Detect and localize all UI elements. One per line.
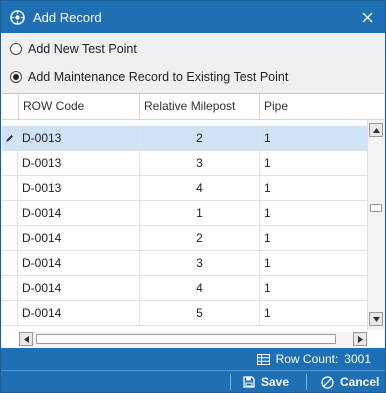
cell-pipe[interactable]: 1 bbox=[260, 276, 368, 300]
save-icon bbox=[243, 376, 255, 388]
cell-row-code[interactable]: D-0013 bbox=[18, 176, 140, 200]
cell-row-code[interactable]: D-0014 bbox=[18, 251, 140, 275]
cell-pipe[interactable]: 1 bbox=[260, 301, 368, 325]
option-add-maintenance-record[interactable]: Add Maintenance Record to Existing Test … bbox=[10, 70, 288, 84]
row-count-value: 3001 bbox=[344, 352, 371, 366]
cancel-label: Cancel bbox=[340, 375, 380, 389]
scroll-left-button[interactable] bbox=[19, 332, 33, 346]
horizontal-scroll-thumb[interactable] bbox=[36, 334, 336, 344]
divider bbox=[230, 374, 231, 390]
row-indicator bbox=[2, 301, 18, 325]
table-row[interactable]: D-0014 1 1 bbox=[2, 201, 368, 226]
row-indicator bbox=[2, 126, 18, 150]
divider bbox=[306, 374, 307, 390]
cell-relative-milepost[interactable]: 2 bbox=[140, 126, 260, 150]
scroll-down-button[interactable] bbox=[369, 312, 383, 326]
cell-relative-milepost[interactable]: 4 bbox=[140, 176, 260, 200]
table-row[interactable]: D-0013 4 1 bbox=[2, 176, 368, 201]
cell-relative-milepost[interactable]: 5 bbox=[140, 301, 260, 325]
add-record-dialog: Add Record Add New Test Point Add Mainte… bbox=[0, 0, 386, 393]
table-row[interactable]: D-0014 2 1 bbox=[2, 226, 368, 251]
arrow-left-icon bbox=[23, 335, 29, 343]
row-indicator bbox=[2, 276, 18, 300]
cell-row-code[interactable]: D-0014 bbox=[18, 301, 140, 325]
cell-row-code[interactable]: D-0014 bbox=[18, 276, 140, 300]
row-indicator bbox=[2, 201, 18, 225]
vertical-scroll-thumb[interactable] bbox=[370, 204, 382, 212]
horizontal-scrollbar[interactable] bbox=[19, 332, 368, 347]
row-indicator bbox=[2, 226, 18, 250]
scroll-up-button[interactable] bbox=[369, 123, 383, 137]
cell-relative-milepost[interactable]: 2 bbox=[140, 226, 260, 250]
option-add-new-test-point[interactable]: Add New Test Point bbox=[10, 42, 137, 56]
table-row[interactable]: D-0014 4 1 bbox=[2, 276, 368, 301]
grid-icon bbox=[256, 353, 270, 365]
cell-relative-milepost[interactable]: 3 bbox=[140, 251, 260, 275]
save-label: Save bbox=[261, 375, 290, 389]
cell-row-code[interactable]: D-0014 bbox=[18, 226, 140, 250]
cell-pipe[interactable]: 1 bbox=[260, 126, 368, 150]
cell-pipe[interactable]: 1 bbox=[260, 201, 368, 225]
arrow-up-icon bbox=[372, 127, 380, 133]
column-header-relative-milepost[interactable]: Relative Milepost bbox=[140, 94, 260, 119]
footer-bar: Save Cancel bbox=[1, 370, 385, 392]
cell-relative-milepost[interactable]: 3 bbox=[140, 151, 260, 175]
table-row[interactable]: D-0014 5 1 bbox=[2, 301, 368, 326]
vertical-scrollbar[interactable] bbox=[367, 120, 384, 330]
status-bar: Row Count: 3001 bbox=[1, 348, 385, 370]
cell-pipe[interactable]: 1 bbox=[260, 151, 368, 175]
row-count: Row Count: 3001 bbox=[256, 348, 371, 370]
cell-relative-milepost[interactable]: 1 bbox=[140, 201, 260, 225]
cancel-icon bbox=[321, 375, 334, 389]
title-bar: Add Record bbox=[1, 1, 385, 33]
row-indicator bbox=[2, 176, 18, 200]
cancel-button[interactable]: Cancel bbox=[321, 371, 379, 393]
table-row[interactable]: D-0013 3 1 bbox=[2, 151, 368, 176]
option-label: Add New Test Point bbox=[28, 42, 137, 56]
close-button[interactable] bbox=[357, 7, 377, 27]
scroll-right-button[interactable] bbox=[353, 332, 367, 346]
table-row[interactable]: D-0013 2 1 bbox=[2, 126, 368, 151]
close-icon bbox=[362, 12, 372, 22]
table-row[interactable]: D-0014 3 1 bbox=[2, 251, 368, 276]
row-count-label: Row Count: bbox=[275, 352, 339, 366]
row-indicator bbox=[2, 251, 18, 275]
column-header-row-code[interactable]: ROW Code bbox=[19, 94, 140, 119]
cell-pipe[interactable]: 1 bbox=[260, 251, 368, 275]
grid-header: ROW Code Relative Milepost Pipe bbox=[2, 94, 384, 120]
radio-button[interactable] bbox=[10, 71, 22, 83]
save-button[interactable]: Save bbox=[243, 371, 289, 393]
pencil-icon bbox=[6, 134, 13, 142]
arrow-down-icon bbox=[372, 316, 380, 322]
dialog-title: Add Record bbox=[33, 9, 102, 25]
row-indicator bbox=[2, 151, 18, 175]
radio-button[interactable] bbox=[10, 43, 22, 55]
row-indicator-header bbox=[2, 94, 19, 119]
column-header-pipe[interactable]: Pipe bbox=[260, 94, 368, 119]
cell-row-code[interactable]: D-0013 bbox=[18, 151, 140, 175]
cell-relative-milepost[interactable]: 4 bbox=[140, 276, 260, 300]
cell-row-code[interactable]: D-0014 bbox=[18, 201, 140, 225]
option-label: Add Maintenance Record to Existing Test … bbox=[28, 70, 289, 84]
app-logo-icon bbox=[10, 9, 25, 25]
test-point-grid: ROW Code Relative Milepost Pipe D-0013 2… bbox=[2, 93, 384, 348]
cell-pipe[interactable]: 1 bbox=[260, 176, 368, 200]
cell-row-code[interactable]: D-0013 bbox=[18, 126, 140, 150]
cell-pipe[interactable]: 1 bbox=[260, 226, 368, 250]
arrow-right-icon bbox=[357, 335, 363, 343]
